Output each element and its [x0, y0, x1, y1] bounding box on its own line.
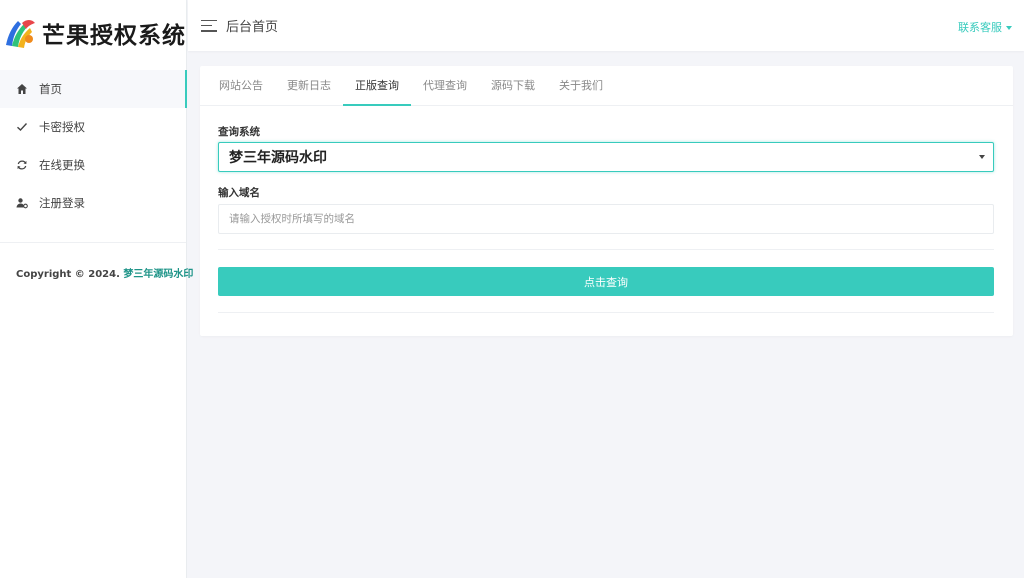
sidebar: 芒果授权系统 首页 卡密授权 在线更换 注册登录 Copyright © 202…	[0, 0, 193, 578]
system-select[interactable]: 梦三年源码水印	[218, 142, 994, 172]
select-arrow-icon	[979, 155, 985, 159]
tab-changelog[interactable]: 更新日志	[275, 66, 343, 105]
tab-about-us[interactable]: 关于我们	[547, 66, 615, 105]
form-divider	[218, 249, 994, 250]
system-select-value: 梦三年源码水印	[229, 150, 327, 166]
tab-bar: 网站公告 更新日志 正版查询 代理查询 源码下载 关于我们	[200, 66, 1013, 106]
domain-label: 输入域名	[218, 187, 260, 199]
system-label: 查询系统	[218, 126, 260, 138]
main-card: 网站公告 更新日志 正版查询 代理查询 源码下载 关于我们 查询系统 梦三年源码…	[200, 66, 1013, 336]
sidebar-item-label: 卡密授权	[39, 120, 85, 134]
user-settings-icon	[16, 197, 28, 209]
copyright-brand-link[interactable]: 梦三年源码水印	[123, 269, 193, 280]
top-header: 后台首页 联系客服	[188, 0, 1024, 51]
sidebar-item-label: 注册登录	[39, 196, 85, 210]
domain-input[interactable]	[218, 204, 994, 234]
support-label: 联系客服	[958, 21, 1002, 34]
support-dropdown[interactable]: 联系客服	[958, 19, 1012, 35]
copyright: Copyright © 2024. 梦三年源码水印	[0, 243, 193, 280]
page-title: 后台首页	[226, 20, 279, 35]
tab-agent-check[interactable]: 代理查询	[411, 66, 479, 105]
sidebar-item-register-login[interactable]: 注册登录	[0, 184, 186, 222]
caret-down-icon	[1006, 26, 1012, 30]
logo[interactable]: 芒果授权系统	[0, 0, 186, 66]
sidebar-nav: 首页 卡密授权 在线更换 注册登录	[0, 70, 187, 222]
mango-logo-icon	[2, 15, 38, 51]
query-button[interactable]: 点击查询	[218, 267, 994, 296]
copyright-prefix: Copyright © 2024.	[16, 269, 124, 280]
check-icon	[16, 121, 28, 133]
sidebar-item-card-auth[interactable]: 卡密授权	[0, 108, 186, 146]
query-form: 查询系统 梦三年源码水印 输入域名 点击查询	[200, 106, 1013, 313]
home-icon	[16, 83, 28, 95]
sidebar-item-home[interactable]: 首页	[0, 70, 187, 108]
sidebar-item-online-change[interactable]: 在线更换	[0, 146, 186, 184]
sidebar-item-label: 首页	[39, 82, 62, 96]
sidebar-item-label: 在线更换	[39, 158, 85, 172]
tab-announcement[interactable]: 网站公告	[207, 66, 275, 105]
refresh-icon	[16, 159, 28, 171]
hamburger-icon[interactable]	[201, 19, 217, 32]
logo-text: 芒果授权系统	[42, 22, 186, 49]
form-divider-bottom	[218, 312, 994, 313]
tab-genuine-check[interactable]: 正版查询	[343, 66, 411, 106]
tab-source-download[interactable]: 源码下载	[479, 66, 547, 105]
